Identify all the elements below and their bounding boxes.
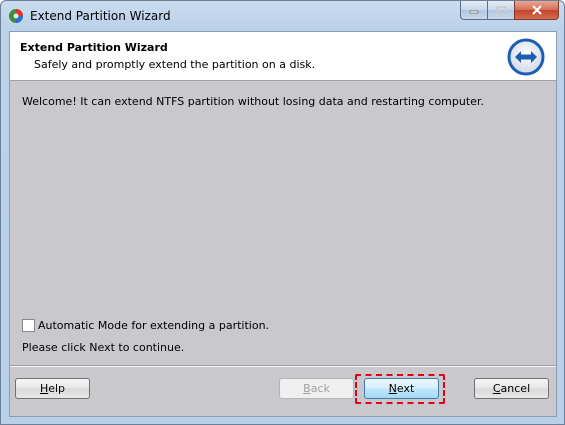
minimize-icon <box>469 10 479 14</box>
wizard-header: Extend Partition Wizard Safely and promp… <box>10 32 556 81</box>
window-controls <box>460 1 559 21</box>
automatic-mode-row[interactable]: Automatic Mode for extending a partition… <box>22 319 269 332</box>
partition-wizard-app-icon <box>9 9 23 23</box>
help-mnemonic: H <box>39 382 49 395</box>
next-label-rest: ext <box>396 382 415 395</box>
window-title: Extend Partition Wizard <box>30 9 171 23</box>
wizard-body: Welcome! It can extend NTFS partition wi… <box>10 82 556 364</box>
next-mnemonic: N <box>388 382 397 395</box>
extend-arrows-icon <box>507 38 545 76</box>
cancel-label-rest: ancel <box>500 382 531 395</box>
cancel-mnemonic: C <box>492 382 501 395</box>
wizard-window: Extend Partition Wizard Extend Partition… <box>0 0 565 425</box>
next-button[interactable]: Next <box>364 378 439 399</box>
instruction-text: Please click Next to continue. <box>22 341 185 354</box>
back-label-rest: ack <box>310 382 330 395</box>
help-button[interactable]: Help <box>15 378 90 399</box>
wizard-client-area: Extend Partition Wizard Safely and promp… <box>9 31 557 417</box>
close-button[interactable] <box>514 1 559 20</box>
maximize-button[interactable] <box>487 1 514 20</box>
title-bar[interactable]: Extend Partition Wizard <box>1 1 564 31</box>
footer-separator <box>10 365 556 367</box>
automatic-mode-checkbox[interactable] <box>22 319 35 332</box>
maximize-icon <box>495 5 507 15</box>
back-button[interactable]: Back <box>279 378 354 399</box>
welcome-text: Welcome! It can extend NTFS partition wi… <box>22 95 484 108</box>
header-subtitle: Safely and promptly extend the partition… <box>34 58 316 71</box>
minimize-button[interactable] <box>460 1 487 20</box>
cancel-button[interactable]: Cancel <box>474 378 549 399</box>
header-title: Extend Partition Wizard <box>20 41 168 54</box>
automatic-mode-label[interactable]: Automatic Mode for extending a partition… <box>38 319 269 332</box>
close-icon <box>531 5 542 15</box>
help-label-rest: elp <box>48 382 66 395</box>
back-mnemonic: B <box>303 382 311 395</box>
